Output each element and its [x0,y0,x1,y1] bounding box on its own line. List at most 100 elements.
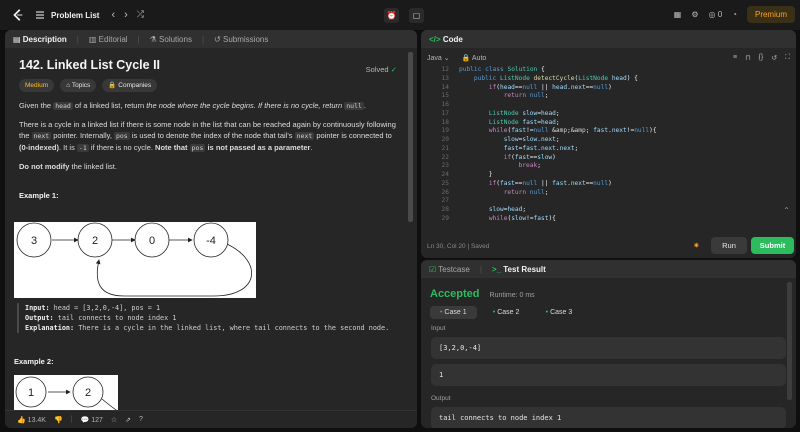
fullscreen-icon[interactable]: ⛶ [785,54,790,62]
code-line[interactable]: 21 fast=fast.next.next; [427,145,786,154]
line-number: 13 [441,74,449,82]
code-line[interactable]: 12 public class Solution { [427,66,786,75]
tab-description[interactable]: ▤ Description [13,35,67,44]
code-line[interactable]: 14 if(head==null || head.next==null) [427,84,786,93]
code-text: while(slow!=fast){ [488,214,556,222]
run-button[interactable]: Run [711,237,747,254]
leetcode-logo-icon[interactable] [11,8,25,22]
layout-grid-icon[interactable]: ▦ [674,10,682,19]
tab-code[interactable]: </> Code [429,35,463,44]
code-line[interactable]: 18 ListNode fast=head; [427,119,786,128]
case-tab-3[interactable]: • Case 3 [536,306,583,319]
line-number: 23 [441,162,449,170]
code-line[interactable]: 25 if(fast==null || fast.next==null) [427,180,786,189]
paragraph-3: Do not modify the linked list. [19,162,117,171]
dislike-icon[interactable]: 👎 [54,416,63,424]
code-panel: </> Code Java ⌄ 🔒 Auto ≡ ⊓ {} ↺ ⛶ 12 publ… [421,30,796,258]
check-circle-icon: ✓ [390,65,397,74]
code-text: public ListNode detectCycle(ListNode hea… [473,74,638,82]
code-line[interactable]: 20 slow=slow.next; [427,136,786,145]
description-scrollbar[interactable] [408,52,413,222]
line-number: 12 [441,66,449,73]
problem-description: 142. Linked List Cycle II Solved ✓ Mediu… [5,48,417,201]
braces-icon[interactable]: {} [759,54,764,62]
code-line[interactable]: 16 [427,101,786,110]
tab-test-result[interactable]: >_ Test Result [492,265,546,274]
editor-status: Ln 30, Col 20 | Saved [427,243,490,250]
language-select[interactable]: Java ⌄ [427,54,450,62]
code-line[interactable]: 23 break; [427,162,786,171]
code-editor[interactable]: 12 public class Solution {13 public ListN… [427,66,786,238]
example-2-diagram: 1 2 [14,375,118,411]
code-text: ListNode fast=head; [488,118,560,126]
code-line[interactable]: 15 return null; [427,92,786,101]
example-1-diagram: 3 2 0 -4 [14,222,256,298]
avatar[interactable]: ◔ [732,10,737,19]
like-button[interactable]: 👍 13.4K [17,416,46,424]
side-scroll-icon[interactable]: ⌃ [783,206,790,215]
comments-button[interactable]: 💬 127 [81,416,103,424]
prev-problem-icon[interactable]: ‹ [111,9,115,21]
input-value-pos: 1 [431,364,786,386]
code-line[interactable]: 29 while(slow!=fast){ [427,215,786,224]
terminal-icon: >_ [491,264,502,274]
reset-icon[interactable]: ↺ [771,54,777,62]
tab-editorial[interactable]: ▥ Editorial [89,35,128,44]
companies-badge[interactable]: 🔒 Companies [102,79,158,92]
code-line[interactable]: 27 [427,197,786,206]
case-tab-2[interactable]: • Case 2 [483,306,530,319]
node-label: 1 [28,387,34,399]
tab-solutions[interactable]: ⚗ Solutions [150,35,192,44]
code-line[interactable]: 17 ListNode slow=head; [427,110,786,119]
line-number: 16 [441,101,449,108]
example-2-heading: Example 2: [14,357,54,366]
notes-icon[interactable]: ▢ [409,8,424,23]
problem-list-button[interactable]: Problem List [35,10,99,20]
code-text: ListNode slow=head; [488,109,560,117]
submit-button[interactable]: Submit [751,237,794,254]
shuffle-icon[interactable]: ⤮ [137,9,144,21]
format-icon[interactable]: ≡ [733,54,737,62]
premium-button[interactable]: Premium [746,6,795,23]
streak-fire-icon[interactable]: ◎ 0 [708,10,722,19]
code-text: } [459,171,493,178]
share-icon[interactable]: ⇗ [125,416,131,424]
bookmark-icon[interactable]: ⊓ [745,54,750,62]
case-tab-1[interactable]: • Case 1 [430,306,477,319]
topics-badge[interactable]: ⌂ Topics [60,79,97,92]
help-icon[interactable]: ? [139,416,143,423]
code-line[interactable]: 13 public ListNode detectCycle(ListNode … [427,75,786,84]
checkbox-icon: ☑ [429,264,437,274]
ai-sparkle-icon[interactable]: ✷ [693,241,700,250]
code-text: while(fast!=null &amp;&amp; fast.next!=n… [488,127,657,135]
code-text: return null; [503,188,549,196]
runtime-label: Runtime: 0 ms [489,292,535,299]
code-text: if(head==null || head.next==null) [488,83,612,91]
code-line[interactable]: 22 if(fast==slow) [427,154,786,163]
code-line[interactable]: 28 slow=head; [427,206,786,215]
line-number: 19 [441,127,449,135]
node-label: 2 [92,235,98,247]
timer-icon[interactable]: ⏰ [384,8,399,23]
output-value: tail connects to node index 1 [431,407,786,428]
paragraph-2: There is a cycle in a linked list if the… [19,120,396,152]
line-number: 29 [441,214,449,222]
output-label: Output [431,395,451,402]
next-problem-icon[interactable]: › [124,9,128,21]
tab-testcase[interactable]: ☑ Testcase [429,265,470,274]
code-line[interactable]: 19 while(fast!=null &amp;&amp; fast.next… [427,127,786,136]
line-number: 15 [441,92,449,100]
favorite-star-icon[interactable]: ☆ [111,416,117,424]
result-scrollbar[interactable] [787,282,792,400]
auto-mode-toggle[interactable]: 🔒 Auto [462,54,487,62]
tab-submissions[interactable]: ↺ Submissions [214,35,268,44]
code-line[interactable]: 26 return null; [427,189,786,198]
node-label: 0 [149,235,155,247]
difficulty-badge[interactable]: Medium [19,79,55,92]
accepted-status: Accepted [430,288,480,300]
code-line[interactable]: 24 } [427,171,786,180]
code-text: fast=fast.next.next; [503,144,579,152]
line-number: 28 [441,206,449,213]
paragraph-1: Given the head of a linked list, return … [19,101,366,110]
settings-gear-icon[interactable]: ⚙ [691,10,698,19]
